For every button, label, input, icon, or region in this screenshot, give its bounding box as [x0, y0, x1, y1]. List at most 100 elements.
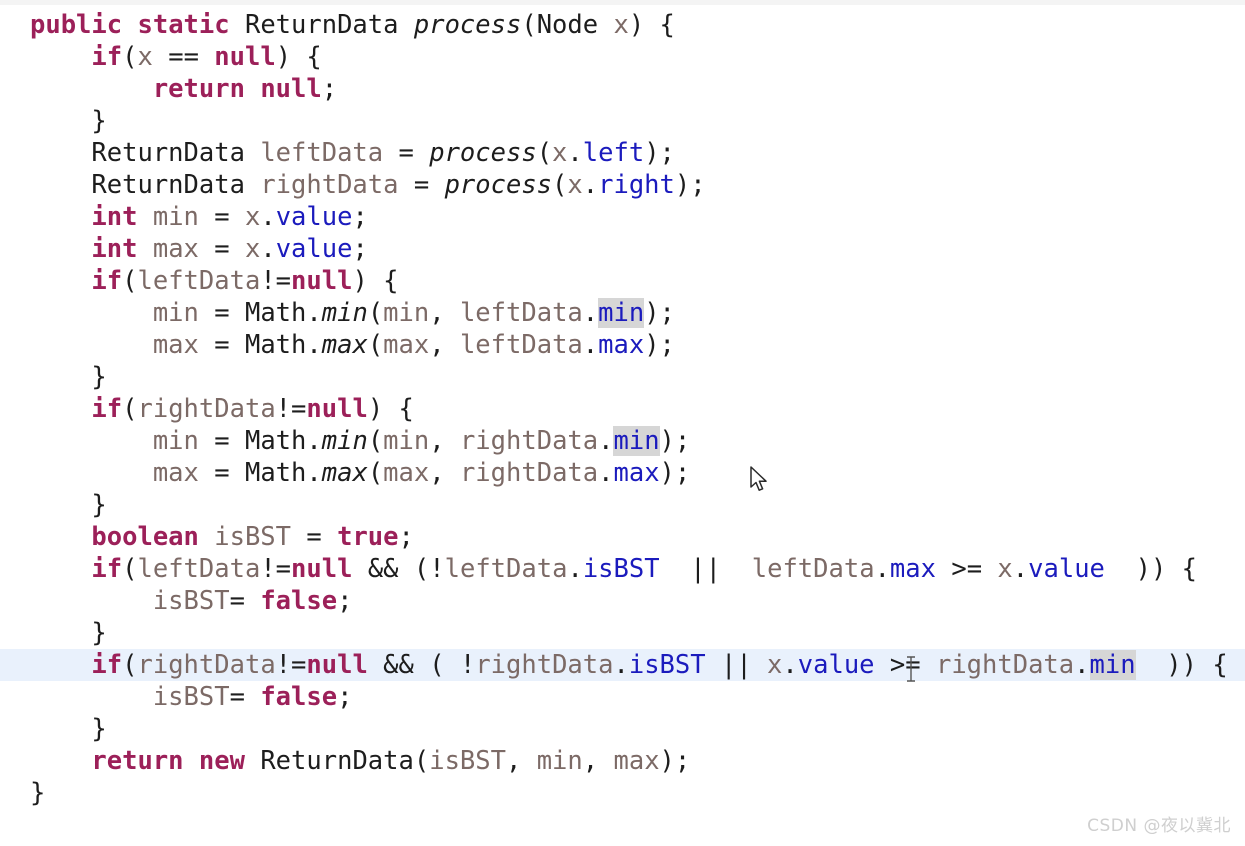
token-local: x [137, 42, 153, 72]
token-keyword: return [91, 746, 184, 776]
code-line[interactable]: ReturnData leftData = process(x.left); [0, 137, 1245, 169]
token-local: isBST [152, 682, 230, 712]
token-local: leftData [260, 138, 384, 168]
token-keyword: if [91, 554, 123, 584]
token-local: rightData [475, 650, 614, 680]
token-local: leftData [137, 266, 261, 296]
token-keyword: null [291, 554, 353, 584]
token-keyword: null [214, 42, 276, 72]
token-keyword: true [337, 522, 399, 552]
token-local: isBST [429, 746, 506, 776]
code-line[interactable]: isBST= false; [0, 585, 1245, 617]
token-keyword: int [91, 202, 138, 232]
code-line[interactable]: int max = x.value; [0, 233, 1245, 265]
token-method: process [429, 138, 537, 168]
token-keyword: if [91, 266, 123, 296]
token-field: right [598, 170, 675, 200]
code-line[interactable]: if(leftData!=null) { [0, 265, 1245, 297]
code-line[interactable]: isBST= false; [0, 681, 1245, 713]
token-keyword: boolean [91, 522, 199, 552]
token-local: leftData [444, 554, 568, 584]
token-type: ReturnData [260, 746, 414, 776]
token-keyword: if [91, 394, 123, 424]
token-keyword: null [306, 650, 368, 680]
token-local: leftData [137, 554, 261, 584]
token-field: max [889, 554, 936, 584]
code-line[interactable]: } [0, 361, 1245, 393]
token-local: leftData [459, 298, 583, 328]
token-field: value [797, 650, 875, 680]
token-local: isBST [152, 586, 230, 616]
token-local: x [552, 138, 568, 168]
code-line[interactable]: } [0, 105, 1245, 137]
token-field: isBST [628, 650, 706, 680]
token-local: min [383, 426, 430, 456]
token-method: min [321, 426, 368, 456]
token-local: max [383, 330, 430, 360]
code-line[interactable]: } [0, 713, 1245, 745]
token-type: Math [244, 298, 307, 328]
token-keyword: public [30, 10, 123, 40]
token-field-highlighted: min [1089, 650, 1136, 680]
token-method: process [413, 10, 522, 40]
token-keyword: if [91, 650, 123, 680]
code-line-current[interactable]: if(rightData!=null && ( !rightData.isBST… [0, 649, 1245, 681]
code-line[interactable]: if(rightData!=null) { [0, 393, 1245, 425]
token-keyword: int [91, 234, 138, 264]
csdn-watermark: CSDN @夜以冀北 [1087, 816, 1231, 836]
code-line[interactable]: public static ReturnData process(Node x)… [0, 9, 1245, 41]
token-keyword: false [260, 586, 338, 616]
code-line[interactable]: if(x == null) { [0, 41, 1245, 73]
token-local: isBST [214, 522, 292, 552]
token-local: max [152, 234, 199, 264]
token-local: min [152, 298, 199, 328]
token-local: x [244, 234, 261, 264]
token-local: max [152, 458, 199, 488]
code-line[interactable]: return new ReturnData(isBST, min, max); [0, 745, 1245, 777]
token-field-highlighted: min [598, 298, 645, 328]
code-line[interactable]: ReturnData rightData = process(x.right); [0, 169, 1245, 201]
token-type: ReturnData [91, 138, 245, 168]
code-line[interactable]: max = Math.max(max, leftData.max); [0, 329, 1245, 361]
code-line[interactable]: } [0, 489, 1245, 521]
token-keyword: null [260, 74, 322, 104]
token-local: rightData [459, 458, 599, 488]
code-line[interactable]: } [0, 617, 1245, 649]
token-local: rightData [260, 170, 399, 200]
token-keyword: null [306, 394, 368, 424]
token-local: min [383, 298, 430, 328]
code-line[interactable]: int min = x.value; [0, 201, 1245, 233]
code-line[interactable]: min = Math.min(min, rightData.min); [0, 425, 1245, 457]
code-line[interactable]: if(leftData!=null && (!leftData.isBST ||… [0, 553, 1245, 585]
code-content[interactable]: public static ReturnData process(Node x)… [0, 9, 1245, 809]
token-local: max [613, 746, 660, 776]
token-type: Math [244, 426, 307, 456]
token-field: left [582, 138, 645, 168]
token-keyword: if [91, 42, 123, 72]
token-field-highlighted: min [613, 426, 660, 456]
token-keyword: return [152, 74, 245, 104]
token-type: Node [536, 10, 599, 40]
token-local: rightData [137, 394, 276, 424]
token-field: max [598, 330, 645, 360]
token-local: x [567, 170, 583, 200]
editor-top-edge-strip [0, 0, 1245, 5]
token-local: min [536, 746, 583, 776]
code-editor[interactable]: public static ReturnData process(Node x)… [0, 0, 1245, 846]
code-line[interactable]: return null; [0, 73, 1245, 105]
token-local: max [383, 458, 430, 488]
code-line[interactable]: boolean isBST = true; [0, 521, 1245, 553]
token-keyword: static [137, 10, 230, 40]
token-field: isBST [582, 554, 660, 584]
token-local: x [613, 10, 629, 40]
token-field: value [1028, 554, 1105, 584]
token-local: leftData [751, 554, 875, 584]
token-local: rightData [459, 426, 599, 456]
token-method: process [444, 170, 553, 200]
token-keyword: false [260, 682, 338, 712]
code-line[interactable]: } [0, 777, 1245, 809]
token-type: Math [244, 330, 307, 360]
code-line[interactable]: max = Math.max(max, rightData.max); [0, 457, 1245, 489]
token-local: rightData [935, 650, 1075, 680]
code-line[interactable]: min = Math.min(min, leftData.min); [0, 297, 1245, 329]
